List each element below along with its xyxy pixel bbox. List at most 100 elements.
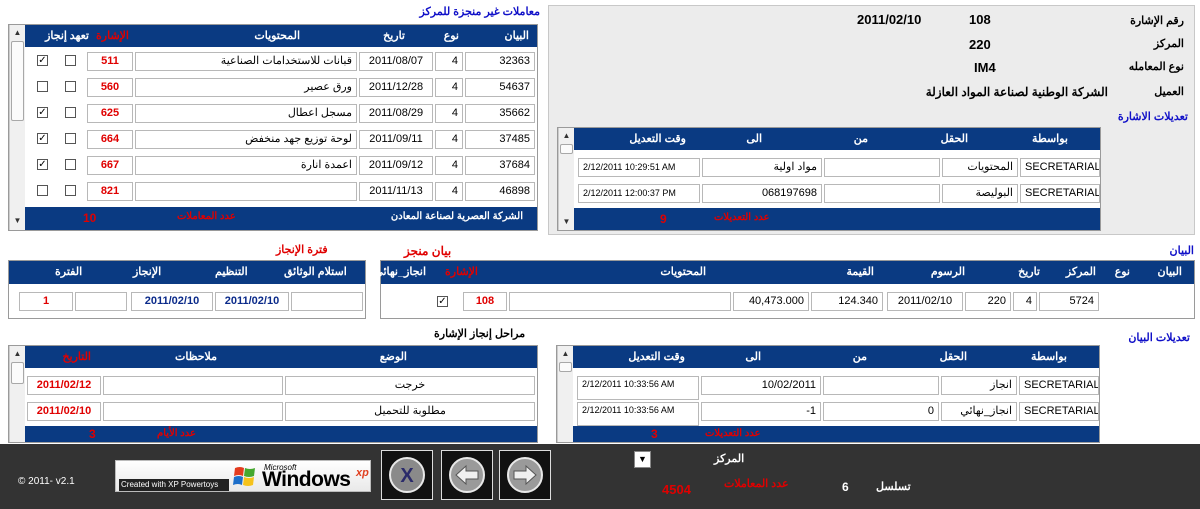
pledge-checkbox[interactable] bbox=[65, 81, 76, 92]
by-cell[interactable]: SECRETARIAL bbox=[1020, 158, 1100, 177]
contents-cell[interactable]: اعمدة انارة bbox=[135, 156, 357, 175]
time-cell[interactable]: 2/12/2011 10:29:51 AM bbox=[578, 158, 700, 177]
done-checkbox[interactable] bbox=[37, 185, 48, 196]
field-cell[interactable]: انجاز_نهائي bbox=[941, 402, 1017, 421]
date-cell[interactable]: 2011/02/10 bbox=[27, 402, 101, 421]
scroll-thumb[interactable] bbox=[11, 362, 24, 384]
notes-cell[interactable] bbox=[103, 402, 283, 421]
from-cell[interactable] bbox=[824, 184, 940, 203]
pledge-checkbox[interactable] bbox=[65, 55, 76, 66]
date-cell[interactable]: 2011/08/07 bbox=[359, 52, 433, 71]
type-field[interactable]: 4 bbox=[1013, 292, 1037, 311]
done-checkbox[interactable]: ✓ bbox=[37, 159, 48, 170]
bayan-cell[interactable]: 37684 bbox=[465, 156, 535, 175]
col-date[interactable]: التاريخ bbox=[62, 350, 91, 363]
date-cell[interactable]: 2011/08/29 bbox=[359, 104, 433, 123]
type-cell[interactable]: 4 bbox=[435, 104, 463, 123]
col-time[interactable]: وقت التعديل bbox=[628, 350, 685, 363]
pledge-checkbox[interactable] bbox=[65, 133, 76, 144]
date-field[interactable]: 2011/02/10 bbox=[887, 292, 963, 311]
type-cell[interactable]: 4 bbox=[435, 182, 463, 201]
pending-scrollbar[interactable]: ▲ ▼ bbox=[9, 25, 25, 230]
bayan-cell[interactable]: 35662 bbox=[465, 104, 535, 123]
col-to[interactable]: الى bbox=[746, 132, 762, 145]
contents-cell[interactable] bbox=[135, 182, 357, 201]
type-cell[interactable]: 4 bbox=[435, 130, 463, 149]
field-cell[interactable]: المحتويات bbox=[942, 158, 1018, 177]
stages-scrollbar[interactable]: ▲ bbox=[9, 346, 25, 442]
col-status[interactable]: الوضع bbox=[380, 350, 407, 363]
org-date-field[interactable]: 2011/02/10 bbox=[215, 292, 289, 311]
from-cell[interactable] bbox=[824, 158, 940, 177]
ref-changes-scrollbar[interactable]: ▲ ▼ bbox=[558, 128, 574, 230]
scroll-down-icon[interactable]: ▼ bbox=[11, 215, 24, 227]
type-cell[interactable]: 4 bbox=[435, 52, 463, 71]
col-by[interactable]: بواسطة bbox=[1032, 132, 1068, 145]
scroll-thumb[interactable] bbox=[559, 362, 572, 372]
period-field[interactable]: 1 bbox=[19, 292, 73, 311]
scroll-thumb[interactable] bbox=[560, 144, 573, 154]
center-field[interactable]: 220 bbox=[965, 292, 1011, 311]
done-checkbox[interactable]: ✓ bbox=[37, 133, 48, 144]
col-bayan[interactable]: البيان bbox=[505, 29, 529, 42]
date-cell[interactable]: 2011/12/28 bbox=[359, 78, 433, 97]
from-cell[interactable] bbox=[823, 376, 939, 395]
time-cell[interactable]: 2/12/2011 10:33:56 AM bbox=[577, 376, 699, 400]
time-cell[interactable]: 2/12/2011 10:33:56 AM bbox=[577, 402, 699, 426]
col-ref[interactable]: الإشارة bbox=[96, 29, 129, 42]
contents-cell[interactable]: لوحة توزيع جهد منخفض bbox=[135, 130, 357, 149]
date-cell[interactable]: 2011/02/12 bbox=[27, 376, 101, 395]
scroll-up-icon[interactable]: ▲ bbox=[11, 348, 24, 360]
col-done[interactable]: إنجاز bbox=[45, 29, 67, 42]
center-dropdown-button[interactable]: ▼ bbox=[634, 451, 651, 468]
stmt-changes-scrollbar[interactable]: ▲ bbox=[557, 346, 573, 442]
col-time[interactable]: وقت التعديل bbox=[629, 132, 686, 145]
final-checkbox[interactable]: ✓ bbox=[437, 296, 448, 307]
date-cell[interactable]: 2011/11/13 bbox=[359, 182, 433, 201]
col-type[interactable]: نوع bbox=[444, 29, 459, 42]
col-from[interactable]: من bbox=[853, 350, 867, 363]
done-checkbox[interactable] bbox=[37, 81, 48, 92]
scroll-down-icon[interactable]: ▼ bbox=[560, 216, 573, 228]
done-checkbox[interactable]: ✓ bbox=[37, 55, 48, 66]
close-button[interactable]: X bbox=[381, 450, 433, 500]
bayan-cell[interactable]: 46898 bbox=[465, 182, 535, 201]
to-cell[interactable]: 10/02/2011 bbox=[701, 376, 821, 395]
scroll-up-icon[interactable]: ▲ bbox=[560, 130, 573, 142]
ref-cell[interactable]: 560 bbox=[87, 78, 133, 97]
col-field[interactable]: الحقل bbox=[941, 132, 968, 145]
contents-cell[interactable]: قبانات للاستخدامات الصناعية bbox=[135, 52, 357, 71]
by-cell[interactable]: SECRETARIAL bbox=[1020, 184, 1100, 203]
status-cell[interactable]: خرجت bbox=[285, 376, 535, 395]
col-contents[interactable]: المحتويات bbox=[254, 29, 300, 42]
to-cell[interactable]: مواد اولية bbox=[702, 158, 822, 177]
col-field[interactable]: الحقل bbox=[940, 350, 967, 363]
contents-field[interactable] bbox=[509, 292, 731, 311]
status-cell[interactable]: مطلوبة للتحميل bbox=[285, 402, 535, 421]
field-cell[interactable]: انجاز bbox=[941, 376, 1017, 395]
contents-cell[interactable]: ورق عصير bbox=[135, 78, 357, 97]
time-cell[interactable]: 2/12/2011 12:00:37 PM bbox=[578, 184, 700, 203]
contents-cell[interactable]: مسجل اعطال bbox=[135, 104, 357, 123]
done-checkbox[interactable]: ✓ bbox=[37, 107, 48, 118]
days-field[interactable] bbox=[75, 292, 127, 311]
bayan-field[interactable]: 5724 bbox=[1039, 292, 1099, 311]
ref-cell[interactable]: 511 bbox=[87, 52, 133, 71]
date-cell[interactable]: 2011/09/12 bbox=[359, 156, 433, 175]
ref-cell[interactable]: 667 bbox=[87, 156, 133, 175]
col-from[interactable]: من bbox=[854, 132, 868, 145]
bayan-cell[interactable]: 37485 bbox=[465, 130, 535, 149]
ref-cell[interactable]: 821 bbox=[87, 182, 133, 201]
to-cell[interactable]: -1 bbox=[701, 402, 821, 421]
field-cell[interactable]: البوليصة bbox=[942, 184, 1018, 203]
bayan-cell[interactable]: 32363 bbox=[465, 52, 535, 71]
col-by[interactable]: بواسطة bbox=[1031, 350, 1067, 363]
col-pledge[interactable]: تعهد bbox=[70, 29, 89, 42]
by-cell[interactable]: SECRETARIAL bbox=[1019, 402, 1099, 421]
scroll-up-icon[interactable]: ▲ bbox=[11, 27, 24, 39]
col-notes[interactable]: ملاحظات bbox=[175, 350, 217, 363]
value-field[interactable]: 40,473.000 bbox=[733, 292, 809, 311]
next-button[interactable] bbox=[499, 450, 551, 500]
done-date-field[interactable]: 2011/02/10 bbox=[131, 292, 213, 311]
type-cell[interactable]: 4 bbox=[435, 78, 463, 97]
